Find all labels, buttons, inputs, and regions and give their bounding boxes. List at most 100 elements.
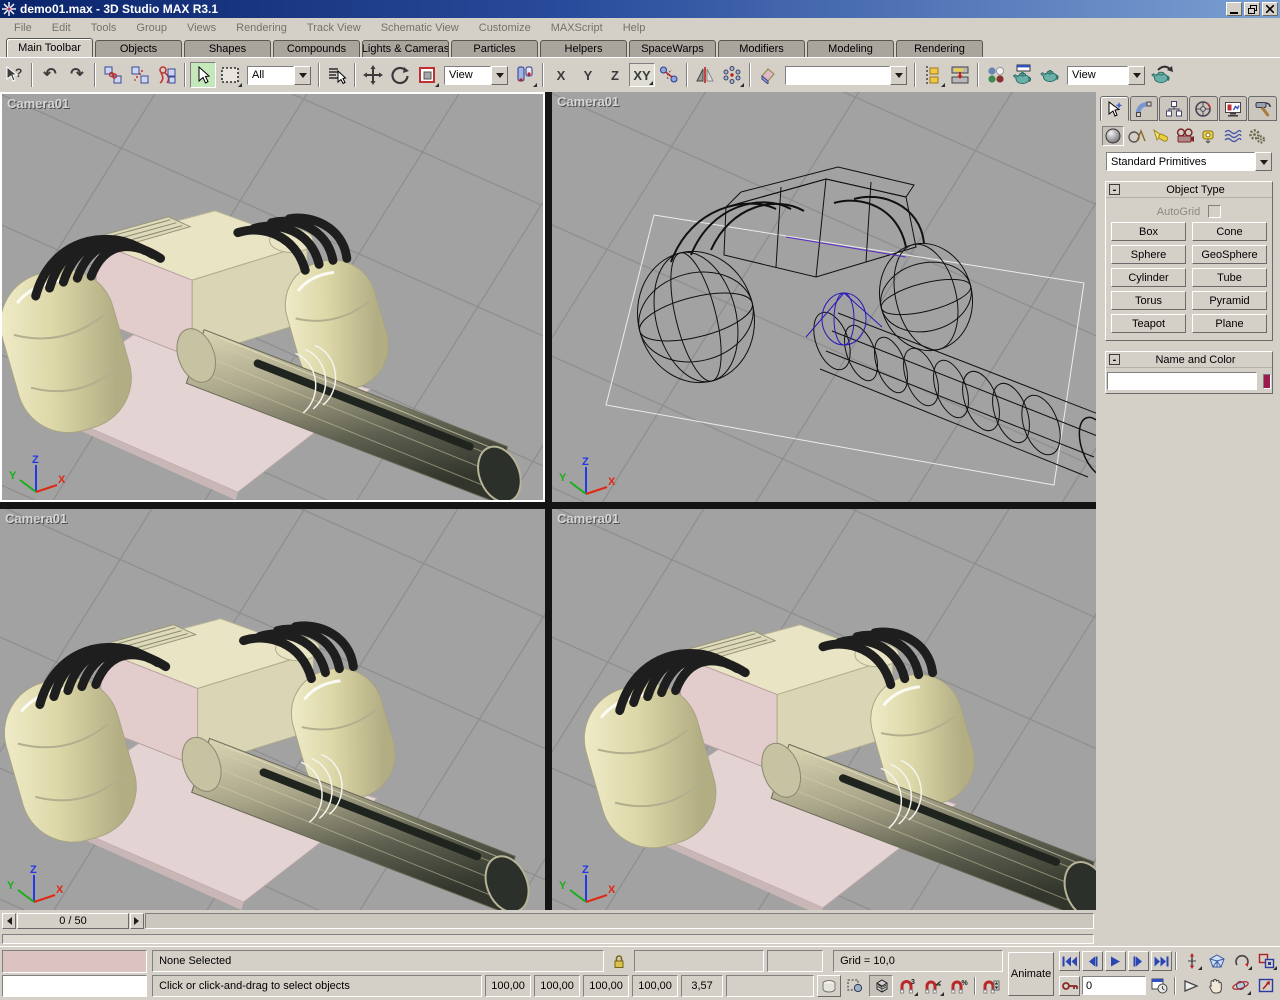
category-helpers-button[interactable] bbox=[1198, 126, 1220, 146]
render-scene-button[interactable] bbox=[1010, 62, 1036, 88]
primitive-category-dropdown-button[interactable] bbox=[1255, 152, 1272, 171]
time-slider-prev-button[interactable] bbox=[2, 913, 16, 929]
menu-edit[interactable]: Edit bbox=[42, 19, 81, 37]
reference-coordsys-combo[interactable]: View bbox=[444, 65, 508, 85]
render-type-combo[interactable]: View bbox=[1067, 65, 1145, 85]
truck-camera-button[interactable] bbox=[1204, 975, 1227, 996]
restrict-x-button[interactable]: X bbox=[548, 63, 574, 87]
sphere-button[interactable]: Sphere bbox=[1111, 245, 1186, 264]
context-help-button[interactable]: ? bbox=[1, 62, 27, 88]
select-and-move-button[interactable] bbox=[360, 62, 386, 88]
select-and-link-button[interactable] bbox=[100, 62, 126, 88]
tab-shapes[interactable]: Shapes bbox=[184, 40, 271, 57]
spinner-snap-toggle[interactable] bbox=[979, 975, 1003, 997]
listener-macro-line[interactable] bbox=[2, 950, 148, 973]
restrict-y-button[interactable]: Y bbox=[575, 63, 601, 87]
tab-motion[interactable] bbox=[1189, 96, 1218, 121]
time-slider-next-button[interactable] bbox=[130, 913, 144, 929]
open-track-view-button[interactable] bbox=[947, 62, 973, 88]
time-slider-track[interactable] bbox=[145, 913, 1094, 929]
next-frame-button[interactable] bbox=[1128, 951, 1149, 972]
restrict-xy-plane-button[interactable]: XY bbox=[629, 63, 655, 87]
cylinder-button[interactable]: Cylinder bbox=[1111, 268, 1186, 287]
viewport-top-left[interactable]: Camera01 Z Y X bbox=[0, 92, 545, 502]
play-button[interactable] bbox=[1105, 951, 1126, 972]
selection-filter-combo[interactable]: All bbox=[247, 65, 311, 85]
close-button[interactable] bbox=[1262, 2, 1278, 16]
select-and-scale-button[interactable] bbox=[414, 62, 440, 88]
animate-button[interactable]: Animate bbox=[1008, 951, 1054, 996]
menu-views[interactable]: Views bbox=[177, 19, 226, 37]
region-select-button[interactable] bbox=[217, 62, 243, 88]
object-name-input[interactable] bbox=[1107, 372, 1257, 390]
select-object-button[interactable] bbox=[190, 62, 216, 88]
select-and-manipulate-button[interactable] bbox=[656, 62, 682, 88]
listener-input-line[interactable] bbox=[2, 974, 148, 997]
tab-hierarchy[interactable] bbox=[1159, 96, 1189, 121]
coord-w-field[interactable]: 100,00 bbox=[632, 974, 679, 997]
tab-create[interactable] bbox=[1100, 96, 1129, 121]
geosphere-button[interactable]: GeoSphere bbox=[1192, 245, 1267, 264]
go-to-start-button[interactable] bbox=[1059, 951, 1080, 972]
quick-render-button[interactable] bbox=[1037, 62, 1063, 88]
selection-filter-dropdown-button[interactable] bbox=[294, 65, 311, 85]
viewport-label[interactable]: Camera01 bbox=[7, 96, 69, 111]
orbit-camera-button[interactable] bbox=[1229, 975, 1252, 996]
selection-lock-toggle[interactable] bbox=[607, 950, 631, 972]
primitive-category-combo[interactable]: Standard Primitives bbox=[1106, 152, 1272, 171]
unlink-selection-button[interactable] bbox=[127, 62, 153, 88]
teapot-button[interactable]: Teapot bbox=[1111, 314, 1186, 333]
coord-x-field[interactable]: 100,00 bbox=[485, 974, 532, 997]
restore-button[interactable] bbox=[1244, 2, 1260, 16]
named-selection-combo[interactable] bbox=[785, 65, 907, 85]
time-configuration-button[interactable] bbox=[1148, 975, 1171, 996]
menu-group[interactable]: Group bbox=[126, 19, 177, 37]
coord-extra-field[interactable]: 3,57 bbox=[681, 974, 724, 997]
menu-help[interactable]: Help bbox=[613, 19, 656, 37]
roll-camera-button[interactable] bbox=[1230, 951, 1253, 972]
menu-maxscript[interactable]: MAXScript bbox=[541, 19, 613, 37]
tab-rendering[interactable]: Rendering bbox=[896, 40, 983, 57]
tube-button[interactable]: Tube bbox=[1192, 268, 1267, 287]
render-last-button[interactable] bbox=[1149, 62, 1175, 88]
plane-button[interactable]: Plane bbox=[1192, 314, 1267, 333]
menu-track-view[interactable]: Track View bbox=[297, 19, 371, 37]
menu-customize[interactable]: Customize bbox=[469, 19, 541, 37]
autogrid-checkbox[interactable] bbox=[1208, 205, 1222, 218]
menu-file[interactable]: File bbox=[4, 19, 42, 37]
mirror-button[interactable] bbox=[692, 62, 718, 88]
fov-cone-button[interactable] bbox=[1179, 975, 1202, 996]
coord-z-field[interactable]: 100,00 bbox=[583, 974, 630, 997]
snap-toggle-button[interactable] bbox=[869, 974, 894, 997]
angle-snap-toggle[interactable] bbox=[921, 975, 945, 997]
zoom-extents-all-button[interactable] bbox=[1255, 951, 1278, 972]
previous-frame-button[interactable] bbox=[1082, 951, 1103, 972]
viewport-label[interactable]: Camera01 bbox=[557, 511, 619, 526]
tab-particles[interactable]: Particles bbox=[451, 40, 538, 57]
time-slider-handle[interactable]: 0 / 50 bbox=[17, 913, 129, 929]
named-selection-sets-button[interactable] bbox=[755, 62, 781, 88]
field-of-view-button[interactable] bbox=[1205, 951, 1228, 972]
select-and-rotate-button[interactable] bbox=[387, 62, 413, 88]
coord-y-field[interactable]: 100,00 bbox=[534, 974, 581, 997]
dolly-camera-button[interactable] bbox=[1180, 951, 1203, 972]
restrict-z-button[interactable]: Z bbox=[602, 63, 628, 87]
use-pivot-center-button[interactable] bbox=[512, 62, 538, 88]
tab-compounds[interactable]: Compounds bbox=[273, 40, 360, 57]
coordsys-dropdown-button[interactable] bbox=[491, 65, 508, 85]
tab-modeling[interactable]: Modeling bbox=[807, 40, 894, 57]
align-button[interactable] bbox=[920, 62, 946, 88]
tab-modify[interactable] bbox=[1129, 96, 1159, 121]
viewport-bottom-left[interactable]: Camera01 Z Y X bbox=[0, 509, 545, 910]
viewport-label[interactable]: Camera01 bbox=[5, 511, 67, 526]
tab-main-toolbar[interactable]: Main Toolbar bbox=[6, 38, 93, 57]
bind-to-spacewarp-button[interactable] bbox=[154, 62, 180, 88]
tab-modifiers[interactable]: Modifiers bbox=[718, 40, 805, 57]
named-selection-dropdown-button[interactable] bbox=[890, 65, 907, 85]
torus-button[interactable]: Torus bbox=[1111, 291, 1186, 310]
go-to-end-button[interactable] bbox=[1151, 951, 1172, 972]
box-button[interactable]: Box bbox=[1111, 222, 1186, 241]
category-spacewarps-button[interactable] bbox=[1222, 126, 1244, 146]
track-bar-strip[interactable] bbox=[2, 934, 1094, 944]
tab-spacewarps[interactable]: SpaceWarps bbox=[629, 40, 716, 57]
